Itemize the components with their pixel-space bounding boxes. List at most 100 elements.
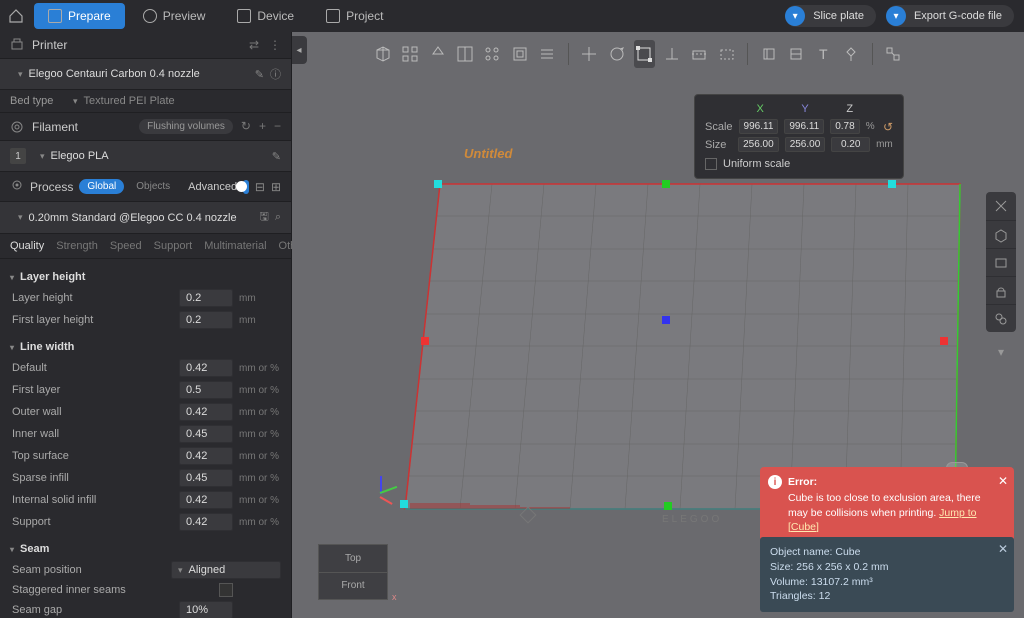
measure-icon[interactable]	[840, 40, 861, 68]
process-preset-dropdown[interactable]: ▾ 0.20mm Standard @Elegoo CC 0.4 nozzle	[10, 209, 253, 227]
home-button[interactable]	[0, 0, 32, 32]
section-icon[interactable]	[986, 248, 1016, 276]
tab-preview[interactable]: Preview	[129, 3, 220, 29]
selection-handle[interactable]	[940, 337, 948, 345]
edit-icon[interactable]: ✎	[255, 68, 264, 81]
size-z-input[interactable]: 0.20	[831, 137, 870, 152]
viewport[interactable]: ◂ T	[292, 32, 1024, 618]
side-strip-toggle[interactable]: ▾	[986, 342, 1016, 362]
param-input[interactable]: 0.2	[179, 311, 233, 329]
param-input[interactable]: 0.2	[179, 289, 233, 307]
param-input[interactable]: 0.42	[179, 491, 233, 509]
build-plate[interactable]	[400, 154, 970, 514]
close-icon[interactable]: ✕	[998, 473, 1008, 489]
text-icon[interactable]: T	[813, 40, 834, 68]
selection-handle[interactable]	[400, 500, 408, 508]
compare-icon[interactable]: ⊟	[255, 180, 265, 194]
view-cube-top[interactable]: Top	[319, 545, 387, 573]
settings-icon[interactable]: ⇄	[249, 38, 259, 52]
size-x-input[interactable]: 256.00	[738, 137, 779, 152]
view-cube-front[interactable]: Front	[319, 573, 387, 600]
param-input[interactable]: 0.42	[179, 513, 233, 531]
lay-flat-icon[interactable]	[661, 40, 682, 68]
close-icon[interactable]: ✕	[998, 541, 1008, 558]
advanced-toggle[interactable]	[243, 180, 249, 194]
remove-icon[interactable]: −	[274, 119, 281, 134]
selection-handle[interactable]	[662, 316, 670, 324]
scale-y-input[interactable]: 996.11	[784, 119, 824, 134]
link-icon[interactable]	[986, 304, 1016, 332]
filament-slot-badge[interactable]: 1	[10, 148, 26, 164]
group-layer-height[interactable]: ▾ Layer height	[10, 267, 281, 287]
edit-icon[interactable]: ✎	[272, 150, 281, 163]
param-input[interactable]: 0.45	[179, 469, 233, 487]
param-input[interactable]: 10%	[179, 601, 233, 618]
clip-icon[interactable]	[986, 192, 1016, 220]
tab-support[interactable]: Support	[154, 240, 193, 252]
param-input[interactable]: 0.42	[179, 359, 233, 377]
slice-plate-button[interactable]: ▾ Slice plate	[785, 5, 876, 27]
lock-icon[interactable]	[986, 276, 1016, 304]
selection-handle[interactable]	[888, 180, 896, 188]
variable-height-icon[interactable]	[482, 40, 503, 68]
group-seam[interactable]: ▾ Seam	[10, 539, 281, 559]
support-painting-icon[interactable]	[758, 40, 779, 68]
param-input[interactable]: 0.42	[179, 447, 233, 465]
selection-handle[interactable]	[664, 502, 672, 510]
seam-position-dropdown[interactable]: ▾Aligned	[171, 561, 281, 579]
tab-speed[interactable]: Speed	[110, 240, 142, 252]
scale-icon[interactable]	[634, 40, 655, 68]
arrange-icon[interactable]	[399, 40, 420, 68]
export-gcode-button[interactable]: ▾ Export G-code file	[886, 5, 1014, 27]
param-input[interactable]: 0.45	[179, 425, 233, 443]
objects-toggle[interactable]: Objects	[130, 179, 176, 194]
info-icon[interactable]: ⓘ	[270, 66, 281, 82]
seam-painting-icon[interactable]	[785, 40, 806, 68]
selection-handle[interactable]	[662, 180, 670, 188]
expand-icon[interactable]: ⊞	[271, 180, 281, 194]
iso-icon[interactable]	[986, 220, 1016, 248]
flushing-volumes-button[interactable]: Flushing volumes	[139, 119, 233, 134]
scale-z-input[interactable]: 0.78	[830, 119, 859, 134]
global-toggle[interactable]: Global	[79, 179, 124, 194]
assembly-icon[interactable]	[509, 40, 530, 68]
selection-handle[interactable]	[421, 337, 429, 345]
filament-dropdown[interactable]: ▾ Elegoo PLA	[32, 147, 266, 165]
save-icon[interactable]: 🖫	[259, 208, 268, 227]
search-icon[interactable]: ⌕	[275, 211, 281, 224]
cut-icon[interactable]	[688, 40, 709, 68]
rotate-icon[interactable]	[606, 40, 627, 68]
mesh-boolean-icon[interactable]	[716, 40, 737, 68]
reset-scale-icon[interactable]: ↺	[883, 120, 893, 134]
params-panel[interactable]: ▾ Layer height Layer height 0.2 mm First…	[0, 259, 291, 618]
add-icon[interactable]: +	[259, 119, 266, 134]
scale-x-input[interactable]: 996.11	[739, 119, 779, 134]
move-icon[interactable]	[579, 40, 600, 68]
orient-icon[interactable]	[427, 40, 448, 68]
tab-project[interactable]: Project	[312, 3, 397, 29]
view-cube[interactable]: Top Front	[318, 544, 388, 600]
tab-strength[interactable]: Strength	[56, 240, 98, 252]
sidebar-collapse-handle[interactable]: ◂	[292, 36, 307, 64]
axis-y-label: Y	[783, 103, 827, 115]
tab-multimaterial[interactable]: Multimaterial	[204, 240, 266, 252]
percent-unit: %	[866, 121, 877, 132]
printer-dropdown[interactable]: ▾ Elegoo Centauri Carbon 0.4 nozzle	[10, 65, 249, 83]
param-input[interactable]: 0.5	[179, 381, 233, 399]
tab-quality[interactable]: Quality	[10, 240, 44, 252]
tab-prepare[interactable]: Prepare	[34, 3, 125, 29]
selection-handle[interactable]	[434, 180, 442, 188]
param-input[interactable]: 0.42	[179, 403, 233, 421]
process-section-head: Process Global Objects Advanced ⊟ ⊞	[0, 172, 291, 202]
group-line-width[interactable]: ▾ Line width	[10, 337, 281, 357]
wifi-icon[interactable]: ⋮	[269, 38, 281, 52]
bed-type-dropdown[interactable]: ▾ Textured PEI Plate	[73, 95, 281, 107]
staggered-seams-checkbox[interactable]	[219, 583, 233, 597]
sync-icon[interactable]: ↻	[241, 119, 251, 134]
add-cube-icon[interactable]	[372, 40, 393, 68]
assembly-view-icon[interactable]	[882, 40, 903, 68]
layers-icon[interactable]	[537, 40, 558, 68]
size-y-input[interactable]: 256.00	[785, 137, 826, 152]
tab-device[interactable]: Device	[223, 3, 308, 29]
split-icon[interactable]	[454, 40, 475, 68]
